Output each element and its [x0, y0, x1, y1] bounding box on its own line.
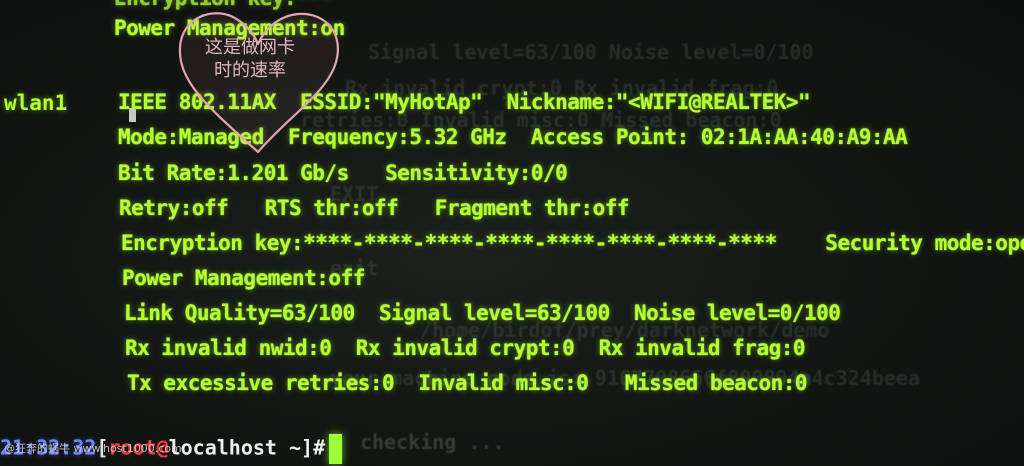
watermark: @狂奔的蜗牛 www.host1000.com — [4, 442, 182, 455]
terminal-line: Tx excessive retries:0 Invalid misc:0 Mi… — [127, 371, 808, 395]
terminal-line: Encryption key:****-****-****-****-****-… — [121, 231, 1024, 255]
text-cursor[interactable] — [329, 434, 343, 464]
terminal-line: Power Management:off — [122, 266, 365, 290]
heart-annotation-text: 这是做网卡时的速率 — [205, 37, 295, 81]
ghost-line: checking ... — [360, 430, 505, 454]
terminal-line: Retry:off RTS thr:off Fragment thr:off — [119, 196, 630, 220]
heart-annotation-icon — [178, 12, 339, 154]
prompt-host: localhost — [168, 435, 277, 460]
prompt-path: ~]# — [276, 435, 326, 460]
interface-name: wlan1 — [4, 91, 68, 115]
terminal-line: Rx invalid nwid:0 Rx invalid crypt:0 Rx … — [125, 336, 806, 360]
ghost-line: Signal level=63/100 Noise level=0/100 — [368, 40, 814, 64]
terminal-photo: Signal level=63/100 Noise level=0/100 Rx… — [0, 0, 1024, 466]
terminal-line: Bit Rate:1.201 Gb/s Sensitivity:0/0 — [118, 161, 568, 185]
terminal-line: Link Quality=63/100 Signal level=63/100 … — [124, 301, 841, 325]
